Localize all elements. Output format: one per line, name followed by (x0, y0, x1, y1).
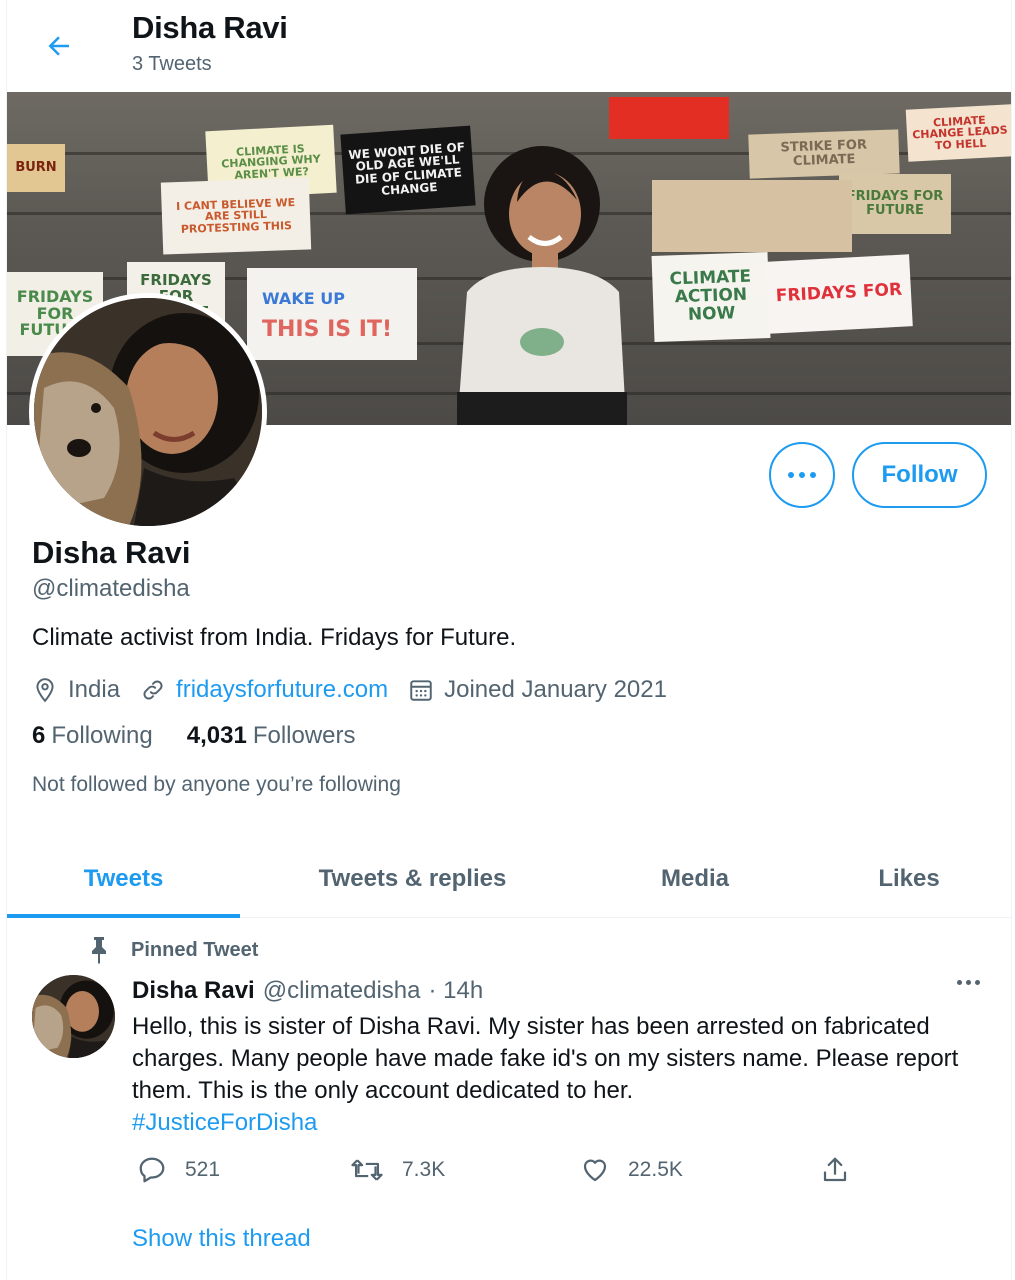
profile-avatar[interactable] (29, 293, 267, 531)
tweet-more-button[interactable] (957, 980, 980, 985)
share-button[interactable] (820, 1150, 868, 1190)
pinned-indicator: Pinned Tweet (87, 936, 258, 964)
svg-text:THIS IS IT!: THIS IS IT! (262, 317, 392, 342)
banner-sign: STRIKE FOR CLIMATE (748, 129, 900, 179)
profile-name: Disha Ravi (32, 535, 191, 570)
banner-person (457, 146, 627, 425)
pinned-label: Pinned Tweet (131, 938, 259, 961)
reply-count: 521 (185, 1158, 221, 1181)
header-tweet-count: 3 Tweets (132, 53, 212, 75)
tweet-text: Hello, this is sister of Disha Ravi. My … (132, 1013, 959, 1104)
banner-sign: BURN (7, 144, 65, 192)
tweet-actions: 521 7.3K 22.5K (132, 1150, 852, 1190)
link-icon (143, 680, 163, 700)
profile-handle: @climatedisha (32, 575, 190, 602)
tab-tweets-replies[interactable]: Tweets & replies (240, 840, 585, 918)
more-options-button[interactable] (769, 442, 835, 508)
banner-sign: FRIDAYS FOR FUTURE (839, 174, 951, 234)
profile-tabs: Tweets Tweets & replies Media Likes (7, 840, 1011, 918)
banner-sign: CLIMATE CHANGE LEADS TO HELL (905, 104, 1011, 162)
tweet-hashtag[interactable]: #JusticeForDisha (132, 1107, 992, 1139)
show-thread-link[interactable]: Show this thread (132, 1225, 311, 1253)
followers-count: 4,031 (186, 722, 247, 749)
banner-sign: I CANT BELIEVE WE ARE STILL PROTESTING T… (160, 177, 312, 255)
more-icon (788, 472, 794, 478)
tweet-header: Disha Ravi @climatedisha · 14h (132, 977, 483, 1005)
not-followed-note: Not followed by anyone you’re following (32, 773, 401, 796)
retweet-button[interactable]: 7.3K (350, 1150, 445, 1190)
profile-location: India (32, 676, 120, 704)
more-icon (957, 980, 962, 985)
svg-text:WAKE UP: WAKE UP (262, 289, 345, 308)
banner-sign: CLIMATE ACTION NOW (651, 252, 771, 342)
retweet-count: 7.3K (402, 1158, 446, 1181)
profile-page: Disha Ravi 3 Tweets BURN CLIMATE IS CHAN… (6, 0, 1012, 1280)
tweet-time[interactable]: · 14h (428, 977, 483, 1005)
pin-icon (92, 937, 106, 964)
tab-media[interactable]: Media (585, 840, 805, 918)
tweet-avatar-image (32, 975, 115, 1058)
joined-text: Joined January 2021 (444, 676, 667, 703)
followers-label: Followers (252, 722, 356, 749)
following-label: Following (51, 722, 153, 749)
top-bar: Disha Ravi 3 Tweets (7, 0, 1011, 92)
tweet-author-name[interactable]: Disha Ravi (132, 977, 255, 1005)
followers-link[interactable]: 4,031 Followers (187, 722, 356, 750)
tweet-body: Hello, this is sister of Disha Ravi. My … (132, 1011, 992, 1139)
like-button[interactable]: 22.5K (580, 1150, 683, 1190)
tweet-author-handle[interactable]: @climatedisha (263, 977, 421, 1005)
back-button[interactable] (39, 26, 79, 66)
reply-icon (139, 1157, 165, 1183)
banner-painted-sign: WAKE UP THIS IS IT! (247, 268, 417, 360)
profile-joined: Joined January 2021 (408, 676, 667, 704)
profile-bio: Climate activist from India. Fridays for… (32, 624, 517, 651)
tab-likes[interactable]: Likes (805, 840, 1011, 918)
following-link[interactable]: 6 Following (32, 722, 153, 750)
like-count: 22.5K (628, 1158, 683, 1181)
follow-button[interactable]: Follow (852, 442, 987, 508)
avatar-image (34, 298, 262, 526)
profile-meta: India fridaysforfuture.com Joined Januar… (32, 672, 687, 708)
website-link[interactable]: fridaysforfuture.com (176, 676, 388, 704)
retweet-icon (351, 1159, 383, 1181)
calendar-icon (410, 680, 432, 701)
banner-sign: FRIDAYS FOR (765, 254, 913, 334)
header-title: Disha Ravi (132, 10, 288, 45)
reply-button[interactable]: 521 (137, 1150, 220, 1190)
like-icon (583, 1159, 607, 1182)
active-tab-indicator (7, 914, 240, 918)
back-arrow-icon (48, 36, 69, 56)
profile-website[interactable]: fridaysforfuture.com (140, 676, 388, 704)
banner-red-sign (609, 97, 729, 139)
share-icon (823, 1157, 847, 1182)
location-text: India (68, 676, 121, 703)
tab-tweets[interactable]: Tweets (7, 840, 240, 918)
banner-kannada-sign (652, 180, 852, 252)
following-count: 6 (32, 722, 46, 749)
tweet-avatar[interactable] (32, 975, 115, 1058)
follow-counts: 6 Following 4,031 Followers (32, 722, 390, 750)
location-icon (36, 678, 54, 703)
